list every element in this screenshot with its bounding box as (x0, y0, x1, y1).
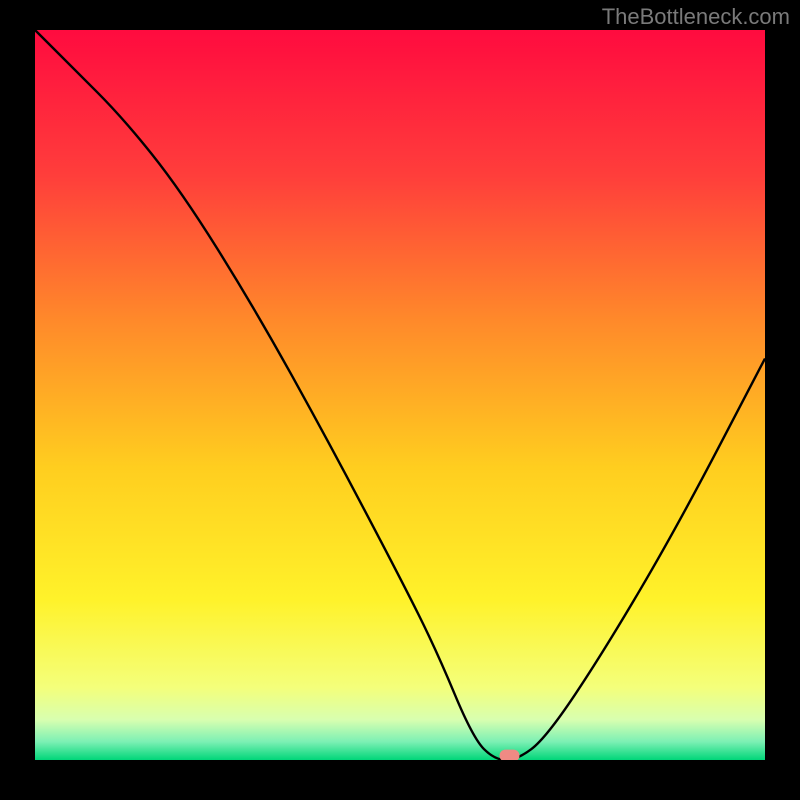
watermark-text: TheBottleneck.com (602, 4, 790, 30)
chart-svg (35, 30, 765, 760)
marker-point (500, 750, 520, 760)
gradient-background (35, 30, 765, 760)
plot-area (35, 30, 765, 760)
chart-frame: TheBottleneck.com (0, 0, 800, 800)
